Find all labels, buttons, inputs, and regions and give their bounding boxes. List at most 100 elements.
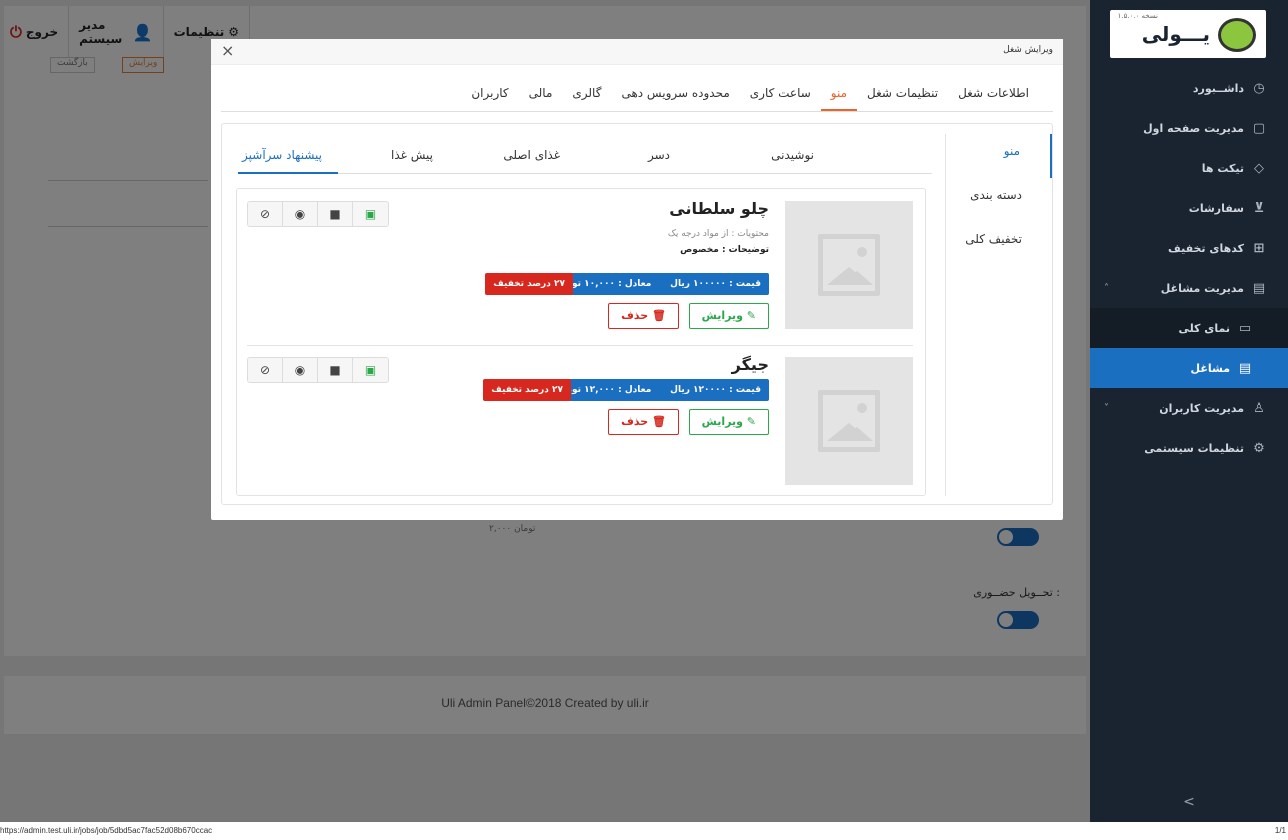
category-tab-dessert[interactable]: دسر [648,148,670,162]
sidebar-item-discount-codes[interactable]: ⊞ کدهای تخفیف [1090,228,1288,268]
tab-job-settings[interactable]: تنظیمات شغل [857,83,948,111]
item-image-placeholder[interactable] [785,201,913,329]
eye-icon[interactable]: ◉ [283,202,318,226]
gear-icon: ⚙ [1253,440,1265,456]
monitor-icon: ▭ [1238,320,1252,336]
tab-service-area[interactable]: محدوده سرویس دهی [611,83,739,111]
lock-icon[interactable]: ■ [318,358,353,382]
trash-icon: 🗑 [652,415,666,428]
status-bar: https://admin.test.uli.ir/jobs/job/5dbd5… [0,822,1288,840]
gift-icon: ⊞ [1253,240,1265,256]
pencil-icon: ✎ [746,309,756,322]
chevron-up-icon: ˄ [1104,282,1109,294]
modal-title: ویرایش شغل [1003,45,1053,55]
sidebar-item-label: مدیریت کاربران [1159,401,1244,415]
category-tab-appetizer[interactable]: پیش غذا [391,148,433,162]
modal-header: ویرایش شغل × [211,39,1063,65]
category-tab-main-course[interactable]: غذای اصلی [503,148,560,162]
dashboard-icon: ◷ [1253,80,1265,96]
main-tabs: اطلاعات شغل تنظیمات شغل منو ساعت کاری مح… [461,83,1039,111]
sidebar-item-users-management[interactable]: ♙ مدیریت کاربران ˅ [1090,388,1288,428]
edit-label: ویرایش [701,415,743,428]
store-icon: ▤ [1238,360,1252,376]
sidebar-item-label: نمای کلی [1178,321,1230,335]
item-name: چلو سلطانی [669,199,769,218]
side-tabs: منو دسته بندی تخفیف کلی [946,134,1052,266]
version-label: نسخه ۱.۵.۰.۰ [1117,12,1158,20]
sidebar-item-label: مدیریت مشاغل [1160,281,1244,295]
price-badge: قیمت : ۱۰۰۰۰۰ ریال معادل : ۱۰,۰۰۰ تومان [547,273,769,295]
delete-label: حذف [621,309,649,322]
tag-icon: ◇ [1254,160,1264,176]
side-tab-menu[interactable]: منو [946,134,1052,178]
sidebar-item-orders[interactable]: ⊻ سفارشات [1090,188,1288,228]
sidebar-item-label: سفارشات [1188,201,1244,215]
page-icon: ▢ [1252,120,1266,136]
cart-icon: ⊻ [1253,200,1265,216]
edit-job-modal: ویرایش شغل × اطلاعات شغل تنظیمات شغل منو… [211,39,1063,520]
sidebar-item-label: تنظیمات سیستمی [1144,441,1244,455]
item-contents: محتویات : از مواد درجه یک [667,229,769,239]
item-image-placeholder[interactable] [785,357,913,485]
sidebar-item-label: مدیریت صفحه اول [1143,121,1244,135]
unlock-icon[interactable]: ▣ [353,202,388,226]
edit-button[interactable]: ✎ ویرایش [688,409,769,435]
item-description: توضیحات : مخصوص [680,245,769,255]
tab-gallery[interactable]: گالری [562,83,611,111]
sidebar-item-jobs[interactable]: ▤ مشاغل [1090,348,1288,388]
item-divider [247,345,913,346]
sidebar-menu: ◷ داشــبورد ▢ مدیریت صفحه اول ◇ تیکت ها … [1090,68,1288,468]
logo[interactable]: نسخه ۱.۵.۰.۰ یـــولی [1110,10,1266,58]
category-tab-drinks[interactable]: نوشیدنی [771,148,814,162]
price-badge: قیمت : ۱۲۰۰۰۰ ریال معادل : ۱۲,۰۰۰ تومان [547,379,769,401]
item-name: جیگر [731,355,769,374]
mascot-icon [1218,18,1256,52]
eye-icon[interactable]: ◉ [283,358,318,382]
visibility-lock-controls: ⊘ ◉ ■ ▣ [247,357,389,383]
discount-badge: ۲۷ درصد تخفیف [483,379,571,401]
delete-button[interactable]: 🗑 حذف [608,303,679,329]
hidden-eye-icon[interactable]: ⊘ [248,202,283,226]
tab-menu[interactable]: منو [820,83,858,111]
users-icon: ♙ [1253,400,1265,416]
delete-label: حذف [621,415,649,428]
sidebar-item-tickets[interactable]: ◇ تیکت ها [1090,148,1288,188]
page-counter: 1/1 [1274,826,1286,835]
edit-button[interactable]: ✎ ویرایش [688,303,769,329]
sidebar-collapse-button[interactable]: > [1090,782,1288,822]
sidebar-item-jobs-management[interactable]: ▤ مدیریت مشاغل ˄ [1090,268,1288,308]
category-tabs: نوشیدنی دسر غذای اصلی پیش غذا پیشنهاد سر… [238,140,932,174]
tab-users[interactable]: کاربران [461,83,518,111]
side-divider [945,134,946,496]
side-tab-categories[interactable]: دسته بندی [946,178,1052,222]
category-tab-chef-suggestion[interactable]: پیشنهاد سرآشپز [242,148,322,162]
store-icon: ▤ [1252,280,1266,296]
lock-icon[interactable]: ■ [318,202,353,226]
sidebar-item-system-settings[interactable]: ⚙ تنظیمات سیستمی [1090,428,1288,468]
tab-financial[interactable]: مالی [519,83,563,111]
menu-item: جیگر قیمت : ۱۲۰۰۰۰ ریال معادل : ۱۲,۰۰۰ ت… [247,355,913,487]
sidebar-item-dashboard[interactable]: ◷ داشــبورد [1090,68,1288,108]
side-tab-general-discount[interactable]: تخفیف کلی [946,222,1052,266]
sidebar-item-overview[interactable]: ▭ نمای کلی [1090,308,1288,348]
sidebar-item-label: داشــبورد [1192,81,1244,95]
status-url: https://admin.test.uli.ir/jobs/job/5dbd5… [0,826,213,835]
price-text: قیمت : ۱۲۰۰۰۰ ریال [670,385,761,395]
menu-panel: منو دسته بندی تخفیف کلی نوشیدنی دسر غذای… [221,123,1053,505]
discount-badge: ۲۷ درصد تخفیف [485,273,573,295]
visibility-lock-controls: ⊘ ◉ ■ ▣ [247,201,389,227]
hidden-eye-icon[interactable]: ⊘ [248,358,283,382]
delete-button[interactable]: 🗑 حذف [608,409,679,435]
image-icon [818,234,880,296]
close-icon[interactable]: × [221,41,234,60]
tab-job-info[interactable]: اطلاعات شغل [948,83,1039,111]
unlock-icon[interactable]: ▣ [353,358,388,382]
active-tab-indicator [238,172,338,174]
sidebar-item-label: کدهای تخفیف [1168,241,1244,255]
image-icon [818,390,880,452]
sidebar-item-homepage[interactable]: ▢ مدیریت صفحه اول [1090,108,1288,148]
menu-item: چلو سلطانی محتویات : از مواد درجه یک توض… [247,199,913,331]
tabs-divider [221,111,1053,112]
tab-working-hours[interactable]: ساعت کاری [740,83,821,111]
edit-label: ویرایش [701,309,743,322]
